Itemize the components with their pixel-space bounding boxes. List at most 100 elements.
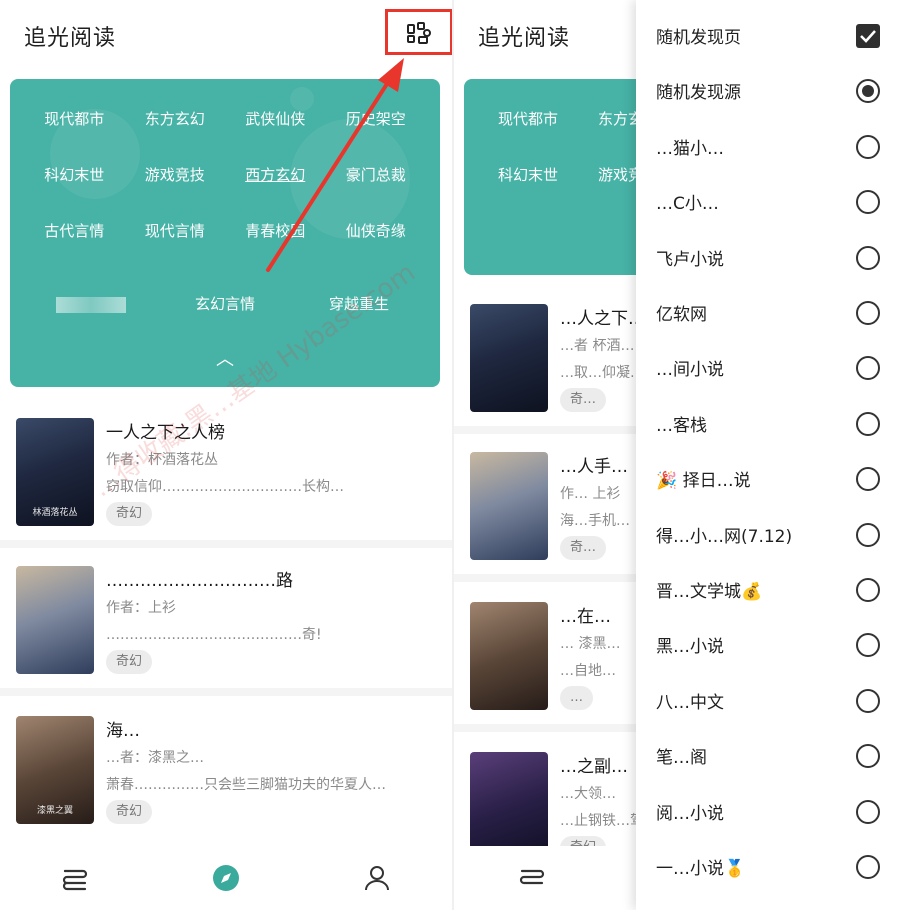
genre-card: 现代都市 东方玄幻 武侠仙侠 历史架空 科幻末世 游戏竞技 西方玄幻 豪门总裁 … — [10, 79, 440, 387]
genre-link[interactable]: 游戏竞技 — [125, 165, 226, 185]
book-cover: 林酒落花丛 — [16, 418, 94, 526]
menu-item-source[interactable]: 黑…小说 — [636, 617, 908, 672]
genre-link[interactable]: 现代都市 — [478, 109, 578, 129]
menu-item-source[interactable]: …C小… — [636, 174, 908, 229]
book-tag: … — [560, 686, 593, 710]
genre-link[interactable]: 豪门总裁 — [326, 165, 427, 185]
book-cover — [470, 602, 548, 710]
menu-item-source[interactable]: 得…小…网(7.12) — [636, 507, 908, 562]
book-tag: 奇… — [560, 536, 607, 560]
genre-link[interactable]: 青春校园 — [225, 221, 326, 241]
radio-icon[interactable] — [856, 632, 880, 657]
menu-item-label: …客栈 — [656, 416, 707, 436]
radio-icon[interactable] — [856, 522, 880, 547]
radio-icon[interactable] — [856, 577, 880, 602]
genre-link[interactable]: 武侠仙侠 — [225, 109, 326, 129]
bookshelf-icon — [63, 869, 88, 891]
nav-discover[interactable] — [206, 858, 246, 898]
profile-icon — [364, 866, 389, 891]
book-cover — [470, 452, 548, 560]
radio-icon[interactable] — [856, 134, 880, 159]
menu-item-source[interactable]: 🎉 择日…说 — [636, 451, 908, 506]
menu-item-discover-page[interactable]: 随机发现页 — [636, 8, 908, 63]
book-author: 作者：上衫 — [106, 600, 176, 616]
menu-item-label: 随机发现页 — [656, 28, 741, 48]
left-screen: 追光阅读 现代都市 东方玄幻 武侠仙侠 历史架空 科幻末世 游戏竞技 西方玄幻 … — [0, 0, 452, 910]
menu-item-source[interactable]: …间小说 — [636, 340, 908, 395]
book-author: …者：漆黑之… — [106, 750, 204, 766]
book-title: …………………………路 — [106, 571, 293, 591]
radio-icon[interactable] — [856, 743, 880, 768]
radio-icon[interactable] — [856, 466, 880, 491]
radio-icon[interactable] — [856, 355, 880, 380]
menu-item-source[interactable]: 晋…文学城💰 — [636, 562, 908, 617]
genre-link[interactable]: 仙侠奇缘 — [326, 221, 427, 241]
source-menu: 随机发现页 随机发现源 …猫小… …C小… 飞卢小说 亿软网 …间小说 …客栈 … — [636, 0, 908, 910]
radio-icon[interactable] — [856, 688, 880, 713]
menu-item-source[interactable]: 阅…小说 — [636, 784, 908, 839]
menu-item-source[interactable]: …客栈 — [636, 396, 908, 451]
nav-bookshelf[interactable] — [55, 858, 95, 898]
genre-link[interactable]: 科幻末世 — [24, 165, 125, 185]
menu-item-source[interactable]: …猫小… — [636, 119, 908, 174]
app-title: 追光阅读 — [24, 26, 117, 51]
highlight-box — [385, 9, 452, 55]
menu-item-source[interactable]: 一…小说🥇 — [636, 839, 908, 894]
genre-link[interactable]: 古代言情 — [24, 221, 125, 241]
divider — [0, 540, 452, 548]
collapse-chevron-icon[interactable]: ︿ — [10, 351, 440, 369]
book-tag: 奇… — [560, 388, 607, 412]
menu-item-source[interactable]: 随机发现源 — [636, 63, 908, 118]
app-title: 追光阅读 — [478, 26, 571, 51]
book-author: … 漆黑… — [560, 636, 621, 652]
radio-selected-icon[interactable] — [856, 78, 880, 103]
radio-icon[interactable] — [856, 189, 880, 214]
book-author: …者 杯酒… — [560, 338, 635, 354]
bottom-nav — [0, 846, 452, 910]
genre-link[interactable]: 科幻末世 — [478, 165, 578, 185]
menu-item-label: 随机发现源 — [656, 83, 741, 103]
book-author: 作… 上衫 — [560, 486, 621, 502]
checkbox-checked-icon[interactable] — [856, 23, 880, 48]
genre-link[interactable]: 穿越重生 — [309, 294, 410, 314]
menu-item-source[interactable]: 亿软网 — [636, 285, 908, 340]
menu-item-source[interactable]: 笔…阁 — [636, 728, 908, 783]
radio-icon[interactable] — [856, 854, 880, 879]
menu-item-label: 阅…小说 — [656, 804, 724, 824]
radio-icon[interactable] — [856, 799, 880, 824]
menu-item-label: …C小… — [656, 194, 719, 214]
book-author: …大领… — [560, 786, 616, 802]
genre-link[interactable]: 玄幻言情 — [175, 294, 276, 314]
genre-link[interactable]: 历史架空 — [326, 109, 427, 129]
genre-link[interactable]: 现代言情 — [125, 221, 226, 241]
book-author: 作者：杯酒落花丛 — [106, 452, 218, 468]
menu-item-label: 八…中文 — [656, 693, 724, 713]
book-cover: 漆黑之翼 — [16, 716, 94, 824]
book-cover — [470, 752, 548, 860]
genre-last-row: 玄幻言情 穿越重生 — [24, 294, 426, 314]
book-desc: 窃取信仰…………………………长构… — [106, 479, 344, 495]
genre-grid: 现代都市 东方玄幻 武侠仙侠 历史架空 科幻末世 游戏竞技 西方玄幻 豪门总裁 … — [24, 109, 426, 241]
radio-icon[interactable] — [856, 300, 880, 325]
menu-item-label: 得…小…网(7.12) — [656, 527, 793, 547]
radio-icon[interactable] — [856, 245, 880, 270]
nav-profile[interactable] — [357, 858, 397, 898]
book-title: …人之下… — [560, 309, 645, 329]
genre-link[interactable]: 东方玄幻 — [125, 109, 226, 129]
book-tag: 奇幻 — [106, 650, 153, 674]
divider — [0, 688, 452, 696]
book-tag: 奇幻 — [106, 800, 153, 824]
menu-item-source[interactable]: 八…中文 — [636, 673, 908, 728]
genre-link[interactable]: 现代都市 — [24, 109, 125, 129]
menu-item-label: …间小说 — [656, 360, 724, 380]
radio-icon[interactable] — [856, 411, 880, 436]
menu-item-label: 飞卢小说 — [656, 250, 724, 270]
book-item[interactable]: 漆黑之翼 海… …者：漆黑之… 萧春……………只会些三脚猫功夫的华夏人… 奇幻 — [0, 716, 452, 866]
genre-link[interactable]: 西方玄幻 — [225, 165, 326, 185]
cover-text: 漆黑之翼 — [36, 806, 73, 816]
nav-bookshelf[interactable] — [512, 858, 552, 898]
book-desc: 萧春……………只会些三脚猫功夫的华夏人… — [106, 777, 386, 793]
menu-item-source[interactable]: 飞卢小说 — [636, 230, 908, 285]
book-title: …人手… — [560, 457, 628, 477]
genre-link-blurred[interactable] — [41, 294, 142, 314]
